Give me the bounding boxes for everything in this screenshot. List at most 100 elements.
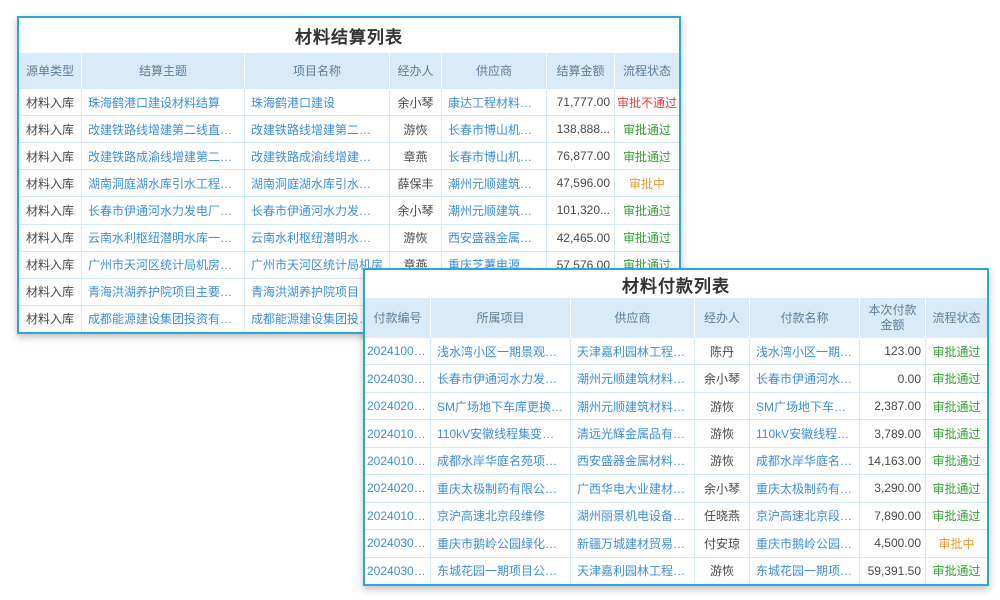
supplier-link[interactable]: 西安盛器金属材料有... xyxy=(442,225,547,251)
payment-number-link-text[interactable]: 2024100001 xyxy=(367,344,428,358)
payment-number-link-text[interactable]: 2024010009 xyxy=(367,454,428,468)
payment-number-link-text[interactable]: 2024020012 xyxy=(367,399,428,413)
payment-number-link[interactable]: 2024030005 xyxy=(365,530,431,556)
project-link-text[interactable]: 成都水岸华庭名苑项目... xyxy=(437,452,564,469)
payment-number-link-text[interactable]: 2024010010 xyxy=(367,427,428,441)
project-link-text[interactable]: 京沪高速北京段维修 xyxy=(437,507,545,524)
settlement-subject-link-text[interactable]: 广州市天河区统计局机房改造项目... xyxy=(88,256,238,273)
project-name-link[interactable]: 湖南洞庭湖水库引水工程... xyxy=(245,170,390,196)
settlement-subject-link-text[interactable]: 云南水利枢纽潜明水库一期工程施... xyxy=(88,229,238,246)
project-link-text[interactable]: 110kV安徽线程集变开断... xyxy=(437,425,564,442)
supplier-link-text[interactable]: 广西华电大业建材有限... xyxy=(577,480,688,497)
supplier-link[interactable]: 西安盛器金属材料有限... xyxy=(571,448,695,474)
settlement-subject-link[interactable]: 青海洪湖养护院项目主要材料结算 xyxy=(82,279,245,305)
supplier-link-text[interactable]: 天津嘉利园林工程有限... xyxy=(577,343,688,360)
project-link[interactable]: 重庆太极制药有限公司... xyxy=(431,475,571,501)
payment-name-link[interactable]: 重庆市鹅岭公园绿... xyxy=(750,530,860,556)
supplier-link-text[interactable]: 康达工程材料有限公司 xyxy=(448,94,540,111)
payment-name-link-text[interactable]: 浅水湾小区一期景... xyxy=(756,343,853,360)
payment-name-link-text[interactable]: 京沪高速北京段维... xyxy=(756,507,853,524)
supplier-link[interactable]: 潮州元顺建筑材料有限... xyxy=(571,365,695,391)
project-name-link-text[interactable]: 改建铁路成渝线增建第二... xyxy=(251,148,383,165)
supplier-link[interactable]: 天津嘉利园林工程有限... xyxy=(571,558,695,584)
supplier-link-text[interactable]: 西安盛器金属材料有限... xyxy=(577,452,688,469)
settlement-subject-link[interactable]: 长春市伊通河水力发电厂改建工程... xyxy=(82,197,245,223)
project-name-link-text[interactable]: 湖南洞庭湖水库引水工程... xyxy=(251,175,383,192)
payment-number-link-text[interactable]: 2024030007 xyxy=(367,372,428,386)
payment-number-link[interactable]: 2024020012 xyxy=(365,393,431,419)
supplier-link[interactable]: 天津嘉利园林工程有限... xyxy=(571,338,695,364)
supplier-link[interactable]: 康达工程材料有限公司 xyxy=(442,89,547,115)
settlement-subject-link[interactable]: 湖南洞庭湖水库引水工程施工I标材... xyxy=(82,170,245,196)
payment-number-link-text[interactable]: 2024010008 xyxy=(367,509,428,523)
payment-name-link[interactable]: 京沪高速北京段维... xyxy=(750,503,860,529)
supplier-link[interactable]: 长春市博山机电设备... xyxy=(442,143,547,169)
payment-name-link[interactable]: 110kV安徽线程集变... xyxy=(750,420,860,446)
payment-name-link[interactable]: 重庆太极制药有限... xyxy=(750,475,860,501)
supplier-link[interactable]: 清远光辉金属品有限公司 xyxy=(571,420,695,446)
settlement-subject-link[interactable]: 珠海鹤港口建设材料结算 xyxy=(82,89,245,115)
project-link-text[interactable]: 东城花园一期项目公寓... xyxy=(437,562,564,579)
payment-number-link[interactable]: 2024020011 xyxy=(365,475,431,501)
supplier-link-text[interactable]: 天津嘉利园林工程有限... xyxy=(577,562,688,579)
supplier-link-text[interactable]: 潮州元顺建筑材料有限... xyxy=(577,398,688,415)
project-name-link[interactable]: 改建铁路成渝线增建第二... xyxy=(245,143,390,169)
payment-name-link-text[interactable]: 重庆太极制药有限... xyxy=(756,480,853,497)
payment-number-link-text[interactable]: 2024030006 xyxy=(367,564,428,578)
payment-name-link[interactable]: 长春市伊通河水力... xyxy=(750,365,860,391)
settlement-subject-link-text[interactable]: 珠海鹤港口建设材料结算 xyxy=(88,94,220,111)
supplier-link[interactable]: 新疆万城建材贸易有限... xyxy=(571,530,695,556)
settlement-subject-link[interactable]: 广州市天河区统计局机房改造项目... xyxy=(82,252,245,278)
payment-name-link-text[interactable]: 110kV安徽线程集变... xyxy=(756,425,853,442)
settlement-subject-link-text[interactable]: 改建铁路成渝线增建第二直通线（... xyxy=(88,148,238,165)
supplier-link[interactable]: 长春市博山机电设备... xyxy=(442,116,547,142)
payment-name-link[interactable]: SM广场地下车库更... xyxy=(750,393,860,419)
settlement-subject-link[interactable]: 成都能源建设集团投资有限公司临... xyxy=(82,306,245,332)
settlement-subject-link[interactable]: 改建铁路线增建第二线直通线（成... xyxy=(82,116,245,142)
payment-number-link-text[interactable]: 2024030005 xyxy=(367,536,428,550)
supplier-link[interactable]: 潮州元顺建筑材料有... xyxy=(442,170,547,196)
project-link-text[interactable]: 浅水湾小区一期景观提... xyxy=(437,343,564,360)
supplier-link-text[interactable]: 潮州元顺建筑材料有... xyxy=(448,175,540,192)
supplier-link-text[interactable]: 清远光辉金属品有限公司 xyxy=(577,425,688,442)
payment-number-link[interactable]: 2024030007 xyxy=(365,365,431,391)
project-link-text[interactable]: 长春市伊通河水力发电... xyxy=(437,370,564,387)
project-link-text[interactable]: SM广场地下车库更换摄... xyxy=(437,398,564,415)
supplier-link-text[interactable]: 湖州丽景机电设备有限... xyxy=(577,507,688,524)
project-link[interactable]: 长春市伊通河水力发电... xyxy=(431,365,571,391)
supplier-link-text[interactable]: 长春市博山机电设备... xyxy=(448,148,540,165)
payment-number-link[interactable]: 2024100001 xyxy=(365,338,431,364)
project-name-link-text[interactable]: 改建铁路线增建第二线直... xyxy=(251,121,383,138)
payment-name-link[interactable]: 浅水湾小区一期景... xyxy=(750,338,860,364)
supplier-link-text[interactable]: 潮州元顺建筑材料有... xyxy=(448,202,540,219)
project-link[interactable]: 东城花园一期项目公寓... xyxy=(431,558,571,584)
settlement-subject-link[interactable]: 云南水利枢纽潜明水库一期工程施... xyxy=(82,225,245,251)
settlement-subject-link-text[interactable]: 长春市伊通河水力发电厂改建工程... xyxy=(88,202,238,219)
project-link-text[interactable]: 重庆市鹅岭公园绿化景... xyxy=(437,535,564,552)
supplier-link[interactable]: 广西华电大业建材有限... xyxy=(571,475,695,501)
payment-name-link-text[interactable]: 长春市伊通河水力... xyxy=(756,370,853,387)
payment-name-link-text[interactable]: 东城花园一期项目... xyxy=(756,562,853,579)
supplier-link-text[interactable]: 新疆万城建材贸易有限... xyxy=(577,535,688,552)
supplier-link[interactable]: 潮州元顺建筑材料有... xyxy=(442,197,547,223)
project-link[interactable]: 110kV安徽线程集变开断... xyxy=(431,420,571,446)
payment-name-link-text[interactable]: SM广场地下车库更... xyxy=(756,398,853,415)
payment-number-link[interactable]: 2024030006 xyxy=(365,558,431,584)
project-name-link[interactable]: 改建铁路线增建第二线直... xyxy=(245,116,390,142)
supplier-link[interactable]: 潮州元顺建筑材料有限... xyxy=(571,393,695,419)
payment-name-link-text[interactable]: 重庆市鹅岭公园绿... xyxy=(756,535,853,552)
project-name-link[interactable]: 珠海鹤港口建设 xyxy=(245,89,390,115)
payment-number-link[interactable]: 2024010008 xyxy=(365,503,431,529)
project-name-link-text[interactable]: 长春市伊通河水力发电厂... xyxy=(251,202,383,219)
settlement-subject-link[interactable]: 改建铁路成渝线增建第二直通线（... xyxy=(82,143,245,169)
payment-number-link[interactable]: 2024010009 xyxy=(365,448,431,474)
supplier-link-text[interactable]: 西安盛器金属材料有... xyxy=(448,229,540,246)
settlement-subject-link-text[interactable]: 改建铁路线增建第二线直通线（成... xyxy=(88,121,238,138)
settlement-subject-link-text[interactable]: 成都能源建设集团投资有限公司临... xyxy=(88,310,238,327)
project-name-link[interactable]: 长春市伊通河水力发电厂... xyxy=(245,197,390,223)
payment-name-link[interactable]: 东城花园一期项目... xyxy=(750,558,860,584)
project-link[interactable]: 浅水湾小区一期景观提... xyxy=(431,338,571,364)
project-link[interactable]: SM广场地下车库更换摄... xyxy=(431,393,571,419)
project-link-text[interactable]: 重庆太极制药有限公司... xyxy=(437,480,564,497)
project-link[interactable]: 重庆市鹅岭公园绿化景... xyxy=(431,530,571,556)
